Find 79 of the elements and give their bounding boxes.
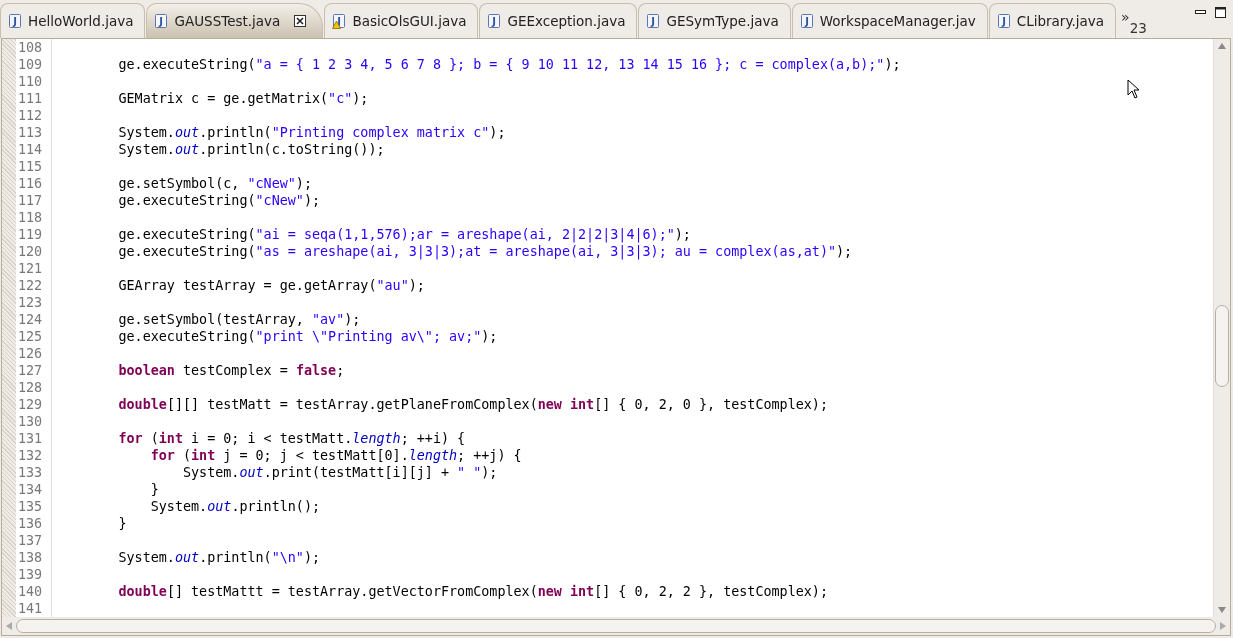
line-number: 122: [17, 277, 44, 294]
line-number: 119: [17, 226, 44, 243]
line-number: 124: [17, 311, 44, 328]
line-number: 125: [17, 328, 44, 345]
code-line: System.out.println();: [149, 498, 322, 515]
line-number: 111: [17, 90, 44, 107]
line-number: 113: [17, 124, 44, 141]
line-number: 117: [17, 192, 44, 209]
code-line: ge.executeString("cNew");: [117, 192, 322, 209]
java-file-icon: J: [799, 13, 814, 29]
code-line: ge.executeString("print \"Printing av\"; av;");: [117, 328, 499, 345]
close-icon[interactable]: [294, 15, 307, 27]
code-line: GEArray testArray = ge.getArray("au");: [117, 277, 426, 294]
more-tabs-button[interactable]: » 23: [1117, 9, 1151, 38]
code-line: System.out.print(testMatt[i][j] + " ");: [182, 464, 499, 481]
code-line: System.out.println(c.toString());: [117, 141, 386, 158]
line-number: 116: [17, 175, 44, 192]
line-number: 128: [17, 379, 44, 396]
line-number: 140: [17, 583, 44, 600]
code-line: ge.executeString("ai = seqa(1,1,576);ar = areshape(ai, 2|2|2|3|4|6);");: [117, 226, 692, 243]
line-number: 112: [17, 107, 44, 124]
editor-tab[interactable]: J HelloWorld.java: [0, 3, 146, 38]
java-file-icon: J: [646, 13, 661, 29]
line-number: 109: [17, 56, 44, 73]
line-number: 120: [17, 243, 44, 260]
java-file-icon: J: [154, 13, 169, 29]
line-number: 139: [17, 566, 44, 583]
line-number: 134: [17, 481, 44, 498]
line-number: 137: [17, 532, 44, 549]
code-line: double[][] testMatt = testArray.getPlaneFromComplex(new int[] { 0, 2, 0 }, testComplex);: [117, 396, 829, 413]
code-line: double[] testMattt = testArray.getVectorFromComplex(new int[] { 0, 2, 2 }, testComplex);: [117, 583, 829, 600]
line-number: 141: [17, 600, 44, 617]
line-number: 130: [17, 413, 44, 430]
line-number: 121: [17, 260, 44, 277]
line-number: 127: [17, 362, 44, 379]
line-number: 138: [17, 549, 44, 566]
code-line: for (int j = 0; j < testMatt[0].length; ++j) {: [149, 447, 523, 464]
line-number: 136: [17, 515, 44, 532]
editor-tab[interactable]: J CLibrary.java: [988, 3, 1117, 38]
vertical-scrollbar[interactable]: [1213, 39, 1230, 617]
java-file-icon: J: [996, 13, 1011, 29]
scroll-down-icon[interactable]: [1218, 607, 1226, 613]
mouse-pointer-icon: [1127, 79, 1141, 99]
minimize-maximize-icon[interactable]: [1193, 6, 1229, 20]
line-number: 114: [17, 141, 44, 158]
line-number: 132: [17, 447, 44, 464]
scrollbar-thumb[interactable]: [1215, 305, 1229, 387]
code-line: }: [149, 481, 160, 498]
code-line: System.out.println("Printing complex matrix c");: [117, 124, 507, 141]
line-number: 108: [17, 39, 44, 56]
code-line: ge.setSymbol(c, "cNew");: [117, 175, 313, 192]
line-number: 115: [17, 158, 44, 175]
line-number: 129: [17, 396, 44, 413]
editor-tab[interactable]: J GESymType.java: [638, 3, 791, 38]
code-line: System.out.println("\n");: [117, 549, 322, 566]
line-number: 131: [17, 430, 44, 447]
scroll-right-icon[interactable]: [1220, 622, 1226, 630]
scroll-left-icon[interactable]: [6, 622, 12, 630]
code-line: ge.executeString("as = areshape(ai, 3|3|3);at = areshape(ai, 3|3|3); au = complex(as,at)");: [117, 243, 854, 260]
code-line: boolean testComplex = false;: [117, 362, 346, 379]
line-number: 118: [17, 209, 44, 226]
scrollbar-thumb[interactable]: [16, 619, 1216, 633]
line-number: 133: [17, 464, 44, 481]
editor-tab[interactable]: J GEException.java: [479, 3, 638, 38]
horizontal-scrollbar[interactable]: [2, 617, 1230, 635]
code-line: }: [117, 515, 128, 532]
code-line: ge.setSymbol(testArray, "av");: [117, 311, 362, 328]
line-number: 110: [17, 73, 44, 90]
editor-tab[interactable]: J WorkspaceManager.jav: [791, 3, 988, 38]
java-file-icon: J: [8, 13, 22, 29]
code-line: ge.executeString("a = { 1 2 3 4, 5 6 7 8 }; b = { 9 10 11 12, 13 14 15 16 }; c = complex(a,b);");: [117, 56, 902, 73]
java-file-icon: J: [487, 13, 502, 29]
scroll-up-icon[interactable]: [1218, 43, 1226, 49]
editor-tab[interactable]: J GAUSSTest.java: [146, 3, 324, 38]
line-number: 123: [17, 294, 44, 311]
line-number: 135: [17, 498, 44, 515]
code-line: GEMatrix c = ge.getMatrix("c");: [117, 90, 370, 107]
line-number: 126: [17, 345, 44, 362]
code-line: for (int i = 0; i < testMatt.length; ++i) {: [117, 430, 467, 447]
